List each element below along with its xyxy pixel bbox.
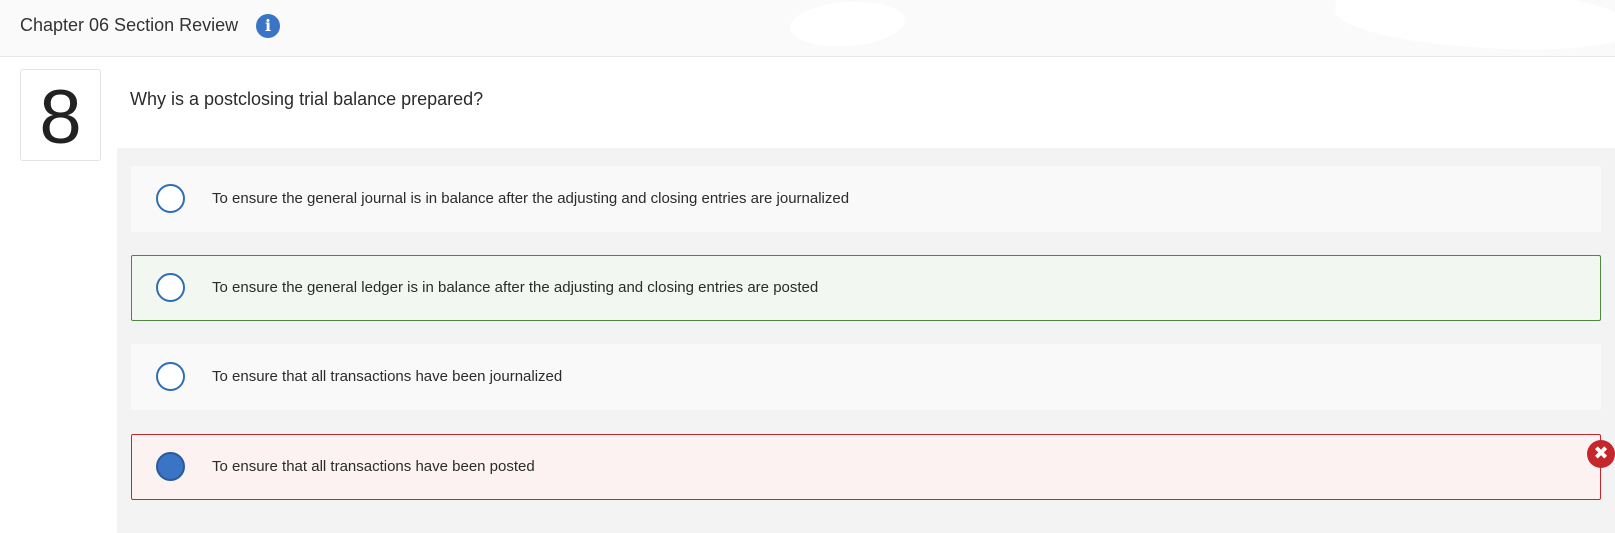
question-number: 8: [39, 75, 82, 160]
radio-button-selected[interactable]: [156, 452, 185, 481]
answer-option-label: To ensure that all transactions have bee…: [212, 368, 563, 385]
answer-option-3[interactable]: To ensure that all transactions have bee…: [131, 344, 1601, 410]
page-title: Chapter 06 Section Review: [20, 15, 239, 35]
answer-option-4[interactable]: To ensure that all transactions have bee…: [131, 434, 1601, 500]
redaction-mark: [1333, 0, 1615, 56]
answer-option-1[interactable]: To ensure the general journal is in bala…: [131, 166, 1601, 232]
info-icon[interactable]: i: [256, 14, 280, 38]
answer-option-label: To ensure the general ledger is in balan…: [212, 279, 819, 296]
answer-option-label: To ensure that all transactions have bee…: [212, 458, 535, 475]
question-text: Why is a postclosing trial balance prepa…: [130, 89, 484, 109]
radio-button[interactable]: [156, 273, 185, 302]
incorrect-x-icon: ✖: [1587, 440, 1615, 468]
answer-option-2[interactable]: To ensure the general ledger is in balan…: [131, 255, 1601, 321]
answer-option-label: To ensure the general journal is in bala…: [212, 190, 850, 207]
page-header: Chapter 06 Section Review i: [0, 0, 1615, 57]
redaction-mark: [788, 0, 907, 50]
radio-button[interactable]: [156, 362, 185, 391]
question-number-box: 8: [20, 69, 101, 161]
radio-button[interactable]: [156, 184, 185, 213]
answer-options: To ensure the general journal is in bala…: [117, 148, 1615, 533]
